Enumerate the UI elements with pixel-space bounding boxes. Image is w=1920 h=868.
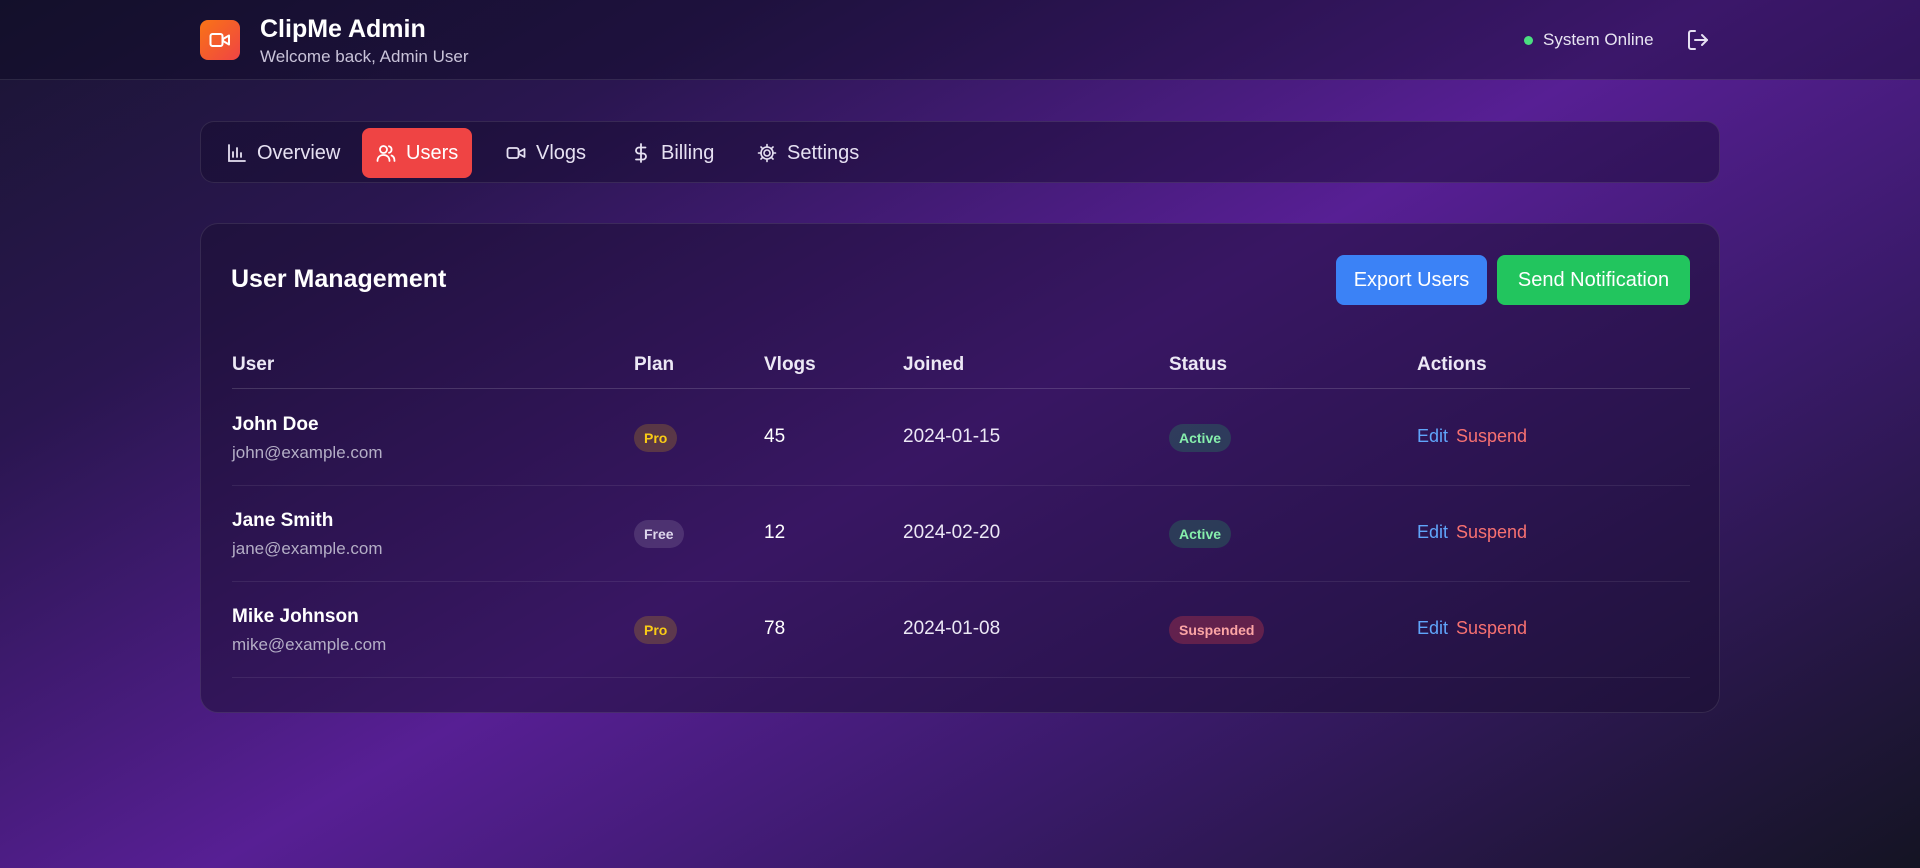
vlog-count: 12: [764, 522, 786, 543]
top-bar: ClipMe Admin Welcome back, Admin User Sy…: [0, 0, 1920, 80]
tab-billing[interactable]: Billing: [617, 128, 728, 178]
column-header-status: Status: [1169, 354, 1228, 375]
plan-badge: Free: [634, 520, 684, 548]
edit-link[interactable]: Edit: [1417, 618, 1448, 639]
welcome-text: Welcome back, Admin User: [260, 47, 469, 66]
column-header-vlogs: Vlogs: [764, 354, 816, 375]
suspend-link[interactable]: Suspend: [1456, 426, 1527, 447]
card-title: User Management: [231, 265, 447, 293]
tab-users[interactable]: Users: [362, 128, 473, 178]
brand: ClipMe Admin Welcome back, Admin User: [200, 15, 469, 68]
status-text: System Online: [1543, 30, 1654, 49]
video-camera-icon: [200, 20, 240, 60]
edit-link[interactable]: Edit: [1417, 426, 1448, 447]
column-header-user: User: [232, 354, 275, 375]
status-badge: Suspended: [1169, 616, 1265, 644]
bar-chart-icon: [228, 144, 246, 162]
tab-users-label: Users: [406, 141, 459, 164]
dollar-icon: [635, 143, 647, 163]
system-status: System Online: [1524, 30, 1654, 50]
user-name: Jane Smith: [232, 510, 334, 531]
export-users-button[interactable]: Export Users: [1336, 255, 1487, 305]
column-header-actions: Actions: [1417, 354, 1487, 375]
user-management-card: User Management Export Users Send Notifi…: [200, 223, 1720, 713]
joined-date: 2024-01-08: [903, 618, 1001, 639]
user-email: jane@example.com: [232, 539, 383, 558]
logout-icon[interactable]: [1686, 28, 1710, 52]
vlog-count: 78: [764, 618, 786, 639]
users-icon: [376, 145, 396, 162]
user-name: John Doe: [232, 414, 319, 435]
video-camera-icon: [506, 147, 526, 159]
plan-badge: Pro: [634, 616, 678, 644]
table-row: John Doe john@example.com Pro 45 2024-01…: [232, 390, 1690, 486]
tab-vlogs[interactable]: Vlogs: [492, 128, 600, 178]
vlog-count: 45: [764, 426, 786, 447]
app-title: ClipMe Admin: [260, 15, 426, 43]
joined-date: 2024-01-15: [903, 426, 1001, 447]
user-email: john@example.com: [232, 443, 383, 462]
tab-settings[interactable]: Settings: [743, 128, 873, 178]
suspend-link[interactable]: Suspend: [1456, 618, 1527, 639]
table-row: Mike Johnson mike@example.com Pro 78 202…: [232, 582, 1690, 678]
user-name: Mike Johnson: [232, 606, 359, 627]
tab-vlogs-label: Vlogs: [536, 141, 587, 164]
main-nav: Overview Users Vlogs Billing Settings: [200, 121, 1720, 183]
plan-badge: Pro: [634, 424, 678, 452]
user-email: mike@example.com: [232, 635, 387, 654]
status-badge: Active: [1169, 424, 1232, 452]
tab-settings-label: Settings: [787, 141, 860, 164]
tab-billing-label: Billing: [661, 141, 715, 164]
joined-date: 2024-02-20: [903, 522, 1001, 543]
send-notification-button[interactable]: Send Notification: [1497, 255, 1690, 305]
tab-overview-label: Overview: [257, 141, 341, 164]
table-row: Jane Smith jane@example.com Free 12 2024…: [232, 486, 1690, 582]
status-badge: Active: [1169, 520, 1232, 548]
column-header-plan: Plan: [634, 354, 675, 375]
table-header: User Plan Vlogs Joined Status Actions: [232, 354, 1690, 389]
edit-link[interactable]: Edit: [1417, 522, 1448, 543]
gear-icon: [757, 143, 777, 163]
tab-overview[interactable]: Overview: [213, 128, 354, 178]
column-header-joined: Joined: [903, 354, 965, 375]
status-dot: [1524, 35, 1533, 45]
suspend-link[interactable]: Suspend: [1456, 522, 1527, 543]
